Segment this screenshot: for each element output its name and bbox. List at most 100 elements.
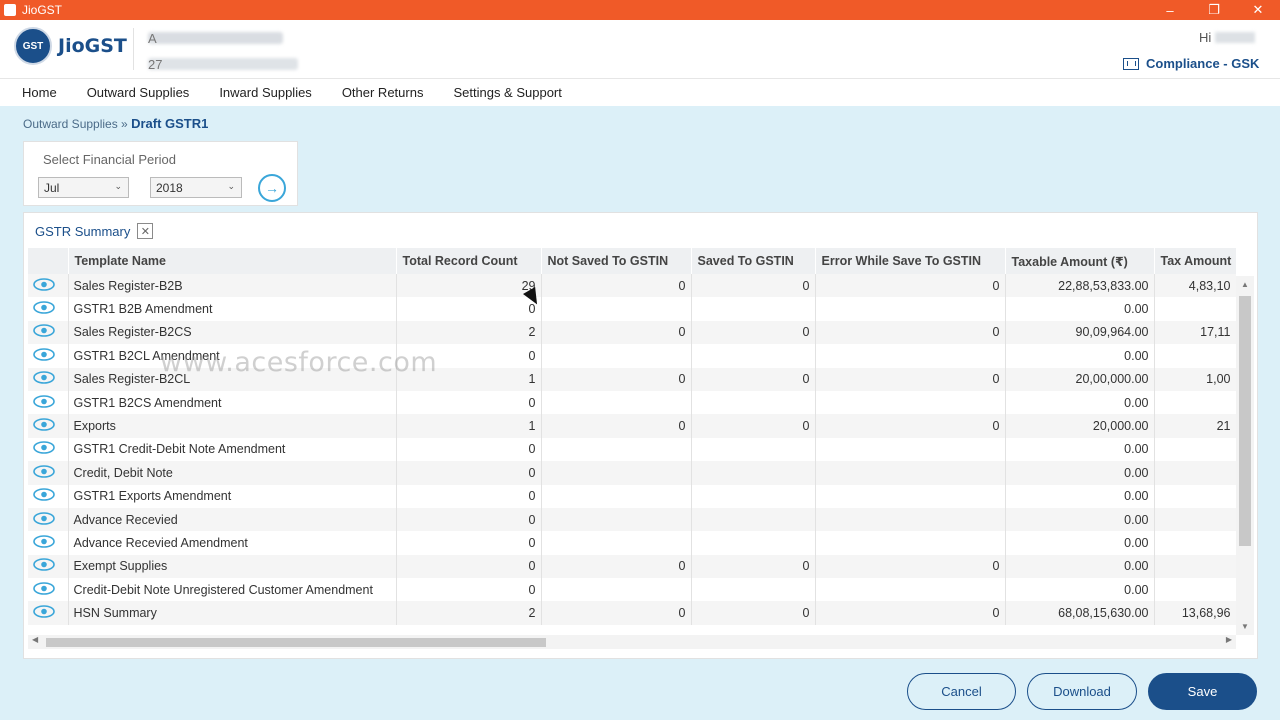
cell-total-record-count: 0: [396, 578, 542, 602]
cell-taxable-amount: 22,88,53,833.00: [1005, 274, 1155, 298]
vertical-scrollbar[interactable]: ▲ ▼: [1236, 276, 1254, 635]
view-eye-icon[interactable]: [28, 461, 69, 485]
view-eye-icon[interactable]: [28, 437, 69, 462]
breadcrumb-parent[interactable]: Outward Supplies: [23, 117, 118, 131]
view-eye-icon[interactable]: [28, 554, 69, 579]
nav-other-returns[interactable]: Other Returns: [342, 85, 424, 100]
cell-tax-amount: [1154, 437, 1236, 462]
main-nav: Home Outward Supplies Inward Supplies Ot…: [0, 78, 1280, 106]
month-select[interactable]: Jul ⌄: [38, 177, 129, 198]
view-eye-icon[interactable]: [28, 297, 69, 321]
nav-inward-supplies[interactable]: Inward Supplies: [219, 85, 312, 100]
view-eye-icon[interactable]: [28, 344, 69, 368]
restore-icon[interactable]: ❐: [1192, 0, 1236, 20]
cell-saved: 0: [691, 414, 816, 438]
table-row[interactable]: GSTR1 B2CS Amendment 0 0.00: [28, 390, 1236, 415]
cell-taxable-amount: 20,000.00: [1005, 414, 1155, 438]
col-error-save[interactable]: Error While Save To GSTIN: [815, 248, 1006, 274]
save-button[interactable]: Save: [1148, 673, 1257, 710]
col-template-name[interactable]: Template Name: [68, 248, 397, 274]
cell-taxable-amount: 0.00: [1005, 578, 1155, 602]
watermark: www.acesforce.com: [160, 347, 438, 378]
cell-total-record-count: 0: [396, 531, 542, 555]
table-row[interactable]: Exempt Supplies 0 0 0 0 0.00: [28, 554, 1236, 579]
table-row[interactable]: Exports 1 0 0 0 20,000.00 21: [28, 414, 1236, 438]
close-icon[interactable]: ✕: [137, 223, 154, 239]
table-row[interactable]: Credit-Debit Note Unregistered Customer …: [28, 578, 1236, 602]
view-eye-icon[interactable]: [28, 507, 69, 532]
cell-error-save: [815, 578, 1006, 602]
view-eye-icon[interactable]: [28, 601, 69, 625]
table-row[interactable]: GSTR1 B2B Amendment 0 0.00: [28, 297, 1236, 321]
nav-outward-supplies[interactable]: Outward Supplies: [87, 85, 190, 100]
summary-grid: Template Name Total Record Count Not Sav…: [28, 248, 1236, 635]
scroll-right-icon[interactable]: ▶: [1226, 635, 1232, 644]
view-eye-icon[interactable]: [28, 390, 69, 415]
col-taxable-amount[interactable]: Taxable Amount (₹): [1005, 248, 1155, 274]
cell-saved: 0: [691, 367, 816, 391]
period-label: Select Financial Period: [43, 152, 176, 167]
table-row[interactable]: HSN Summary 2 0 0 0 68,08,15,630.00 13,68,96: [28, 601, 1236, 625]
cell-total-record-count: 29: [396, 274, 542, 298]
summary-title-text: GSTR Summary: [35, 223, 131, 239]
minimize-icon[interactable]: –: [1148, 0, 1192, 20]
cell-tax-amount: [1154, 344, 1236, 368]
cell-not-saved: [541, 297, 692, 321]
table-row[interactable]: Credit, Debit Note 0 0.00: [28, 461, 1236, 485]
nav-settings-support[interactable]: Settings & Support: [453, 85, 561, 100]
scroll-left-icon[interactable]: ◀: [32, 635, 38, 644]
cell-saved: [691, 531, 816, 555]
year-select[interactable]: 2018 ⌄: [150, 177, 242, 198]
table-row[interactable]: Advance Recevied 0 0.00: [28, 507, 1236, 532]
cell-error-save: [815, 484, 1006, 508]
table-row[interactable]: Advance Recevied Amendment 0 0.00: [28, 531, 1236, 555]
view-eye-icon[interactable]: [28, 367, 69, 391]
compliance-selector[interactable]: Compliance - GSK: [1123, 56, 1259, 71]
col-tax-amount[interactable]: Tax Amount: [1154, 248, 1236, 274]
cell-taxable-amount: 90,09,964.00: [1005, 320, 1155, 345]
cell-taxable-amount: 0.00: [1005, 297, 1155, 321]
close-icon[interactable]: ✕: [1236, 0, 1280, 20]
cell-tax-amount: 13,68,96: [1154, 601, 1236, 625]
cell-taxable-amount: 0.00: [1005, 554, 1155, 579]
view-eye-icon[interactable]: [28, 414, 69, 438]
logo-text: JioGST: [58, 35, 127, 57]
scroll-down-icon[interactable]: ▼: [1241, 622, 1249, 631]
cell-not-saved: [541, 344, 692, 368]
cell-template-name: Credit-Debit Note Unregistered Customer …: [68, 578, 397, 602]
view-eye-icon[interactable]: [28, 320, 69, 345]
view-eye-icon[interactable]: [28, 274, 69, 298]
horizontal-scrollbar[interactable]: ◀ ▶: [28, 635, 1236, 649]
cell-tax-amount: [1154, 297, 1236, 321]
view-eye-icon[interactable]: [28, 578, 69, 602]
cell-saved: 0: [691, 601, 816, 625]
cell-saved: [691, 578, 816, 602]
go-arrow-icon[interactable]: →: [258, 174, 286, 202]
col-total-record-count[interactable]: Total Record Count: [396, 248, 542, 274]
gst-logo-icon: GST: [14, 27, 52, 65]
table-row[interactable]: GSTR1 Exports Amendment 0 0.00: [28, 484, 1236, 508]
cell-total-record-count: 0: [396, 390, 542, 415]
cell-saved: [691, 461, 816, 485]
nav-home[interactable]: Home: [22, 85, 57, 100]
table-row[interactable]: Sales Register-B2B 29 0 0 0 22,88,53,833.00 4,…: [28, 274, 1236, 298]
cancel-button[interactable]: Cancel: [907, 673, 1016, 710]
jiogst-logo[interactable]: GST JioGST: [14, 27, 127, 65]
download-button[interactable]: Download: [1027, 673, 1137, 710]
cell-tax-amount: 17,11: [1154, 320, 1236, 345]
cell-taxable-amount: 0.00: [1005, 344, 1155, 368]
cell-tax-amount: [1154, 554, 1236, 579]
table-row[interactable]: GSTR1 Credit-Debit Note Amendment 0 0.00: [28, 437, 1236, 462]
view-eye-icon[interactable]: [28, 531, 69, 555]
vertical-scroll-thumb[interactable]: [1239, 296, 1251, 546]
col-saved[interactable]: Saved To GSTIN: [691, 248, 816, 274]
app-icon: [4, 4, 16, 16]
horizontal-scroll-thumb[interactable]: [46, 638, 546, 647]
cell-taxable-amount: 0.00: [1005, 531, 1155, 555]
cell-tax-amount: [1154, 461, 1236, 485]
table-row[interactable]: Sales Register-B2CS 2 0 0 0 90,09,964.00 17,11: [28, 320, 1236, 345]
view-eye-icon[interactable]: [28, 484, 69, 508]
scroll-up-icon[interactable]: ▲: [1241, 280, 1249, 289]
cell-saved: [691, 437, 816, 462]
col-not-saved[interactable]: Not Saved To GSTIN: [541, 248, 692, 274]
